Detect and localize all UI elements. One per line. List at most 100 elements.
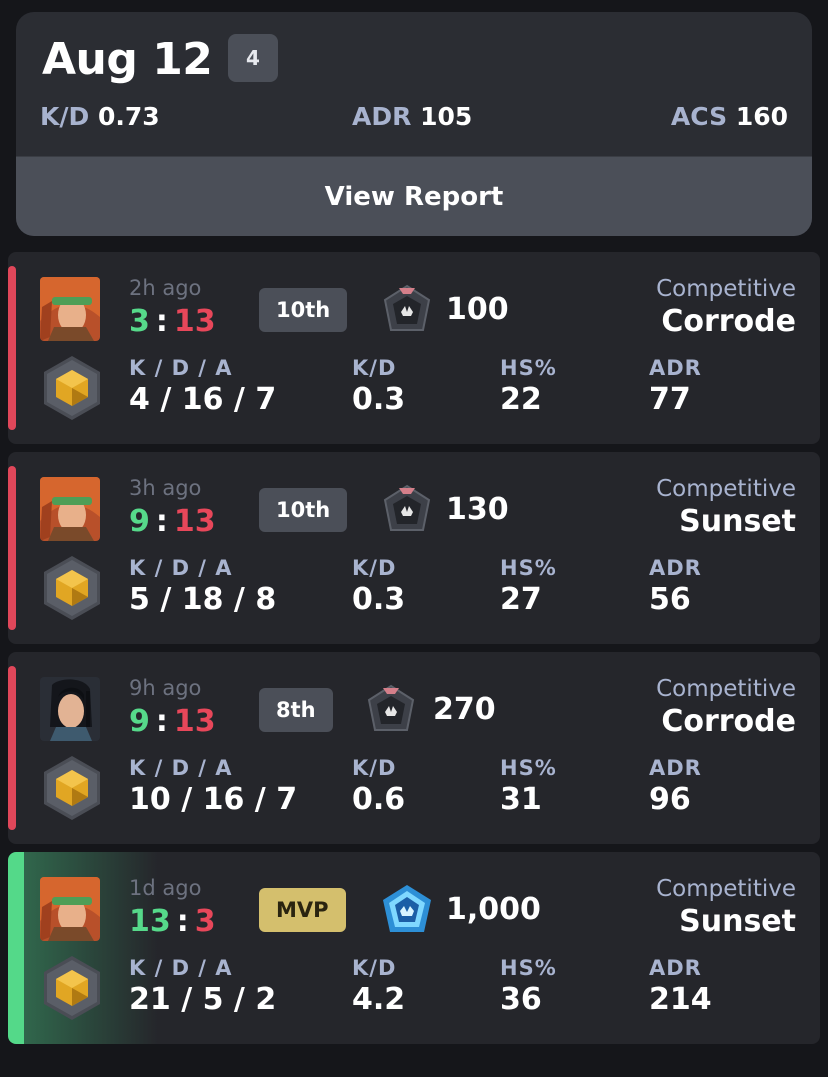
score-separator: : xyxy=(176,904,189,939)
kd-stat: K/D 0.3 xyxy=(352,356,405,417)
kd-value: 4.2 xyxy=(352,982,406,1017)
hs-stat: HS% 22 xyxy=(500,356,557,417)
result-stripe xyxy=(8,266,16,430)
adr-label: ADR xyxy=(649,556,702,580)
day-summary-card: Aug 12 4 K/D 0.73 ADR 105 ACS 160 View R… xyxy=(16,12,812,236)
dark-rank-badge-icon xyxy=(381,282,433,338)
kda-stat: K / D / A 21 / 5 / 2 xyxy=(129,956,276,1017)
result-stripe xyxy=(8,852,24,1044)
kda-stat: K / D / A 4 / 16 / 7 xyxy=(129,356,276,417)
game-mode: Competitive xyxy=(656,476,796,502)
placement-badge: 10th xyxy=(259,288,348,332)
dark-rank-badge-icon xyxy=(365,682,417,738)
gold-rank-icon xyxy=(40,352,104,424)
adr-label: ADR xyxy=(649,956,702,980)
view-report-button[interactable]: View Report xyxy=(16,156,812,236)
result-stripe xyxy=(8,666,16,830)
kda-value: 21 / 5 / 2 xyxy=(129,982,277,1017)
agent-green-headband-icon xyxy=(40,277,100,341)
rank-rating-value: 130 xyxy=(446,492,509,527)
adr-value: 96 xyxy=(649,782,691,817)
map-name: Corrode xyxy=(661,304,796,339)
kda-label: K / D / A xyxy=(129,956,233,980)
match-score: 9:13 xyxy=(129,704,216,739)
result-stripe xyxy=(8,466,16,630)
adr-stat: ADR 214 xyxy=(649,956,712,1017)
hs-label: HS% xyxy=(500,556,557,580)
kd-stat: K/D 0.3 xyxy=(352,556,405,617)
summary-acs-value: 160 xyxy=(735,102,788,131)
kda-value: 4 / 16 / 7 xyxy=(129,382,277,417)
kda-stat: K / D / A 5 / 18 / 8 xyxy=(129,556,276,617)
hs-label: HS% xyxy=(500,956,557,980)
map-name: Corrode xyxy=(661,704,796,739)
match-score: 9:13 xyxy=(129,504,216,539)
kd-stat: K/D 0.6 xyxy=(352,756,405,817)
map-name: Sunset xyxy=(679,904,796,939)
adr-label: ADR xyxy=(649,756,702,780)
score-separator: : xyxy=(155,304,168,339)
kda-stat: K / D / A 10 / 16 / 7 xyxy=(129,756,297,817)
hs-label: HS% xyxy=(500,356,557,380)
game-mode: Competitive xyxy=(656,276,796,302)
kd-value: 0.3 xyxy=(352,382,406,417)
summary-acs-label: ACS xyxy=(670,102,728,131)
agent-dark-hair-icon xyxy=(40,677,100,741)
blue-rank-badge-icon xyxy=(381,882,433,938)
match-score: 13:3 xyxy=(129,904,216,939)
hs-stat: HS% 31 xyxy=(500,756,557,817)
kd-label: K/D xyxy=(352,356,397,380)
hs-label: HS% xyxy=(500,756,557,780)
placement-badge: MVP xyxy=(259,888,346,932)
score-separator: : xyxy=(155,504,168,539)
placement-badge: 8th xyxy=(259,688,333,732)
enemy-score: 13 xyxy=(173,704,216,739)
summary-kd: K/D 0.73 xyxy=(40,102,160,131)
kda-value: 10 / 16 / 7 xyxy=(129,782,298,817)
placement-badge: 10th xyxy=(259,488,348,532)
enemy-score: 3 xyxy=(194,904,216,939)
kda-value: 5 / 18 / 8 xyxy=(129,582,277,617)
hs-value: 22 xyxy=(500,382,542,417)
kd-value: 0.6 xyxy=(352,782,406,817)
match-score: 3:13 xyxy=(129,304,216,339)
match-time-ago: 3h ago xyxy=(129,476,202,500)
match-card-1[interactable]: 2h ago 3:13 10th 100 Competitive Corrode… xyxy=(8,252,820,444)
gold-rank-icon xyxy=(40,952,104,1024)
enemy-score: 13 xyxy=(173,304,216,339)
rank-rating-value: 270 xyxy=(433,692,496,727)
rank-rating-value: 1,000 xyxy=(446,892,541,927)
map-name: Sunset xyxy=(679,504,796,539)
adr-stat: ADR 96 xyxy=(649,756,702,817)
match-card-2[interactable]: 3h ago 9:13 10th 130 Competitive Sunset … xyxy=(8,452,820,644)
hs-stat: HS% 36 xyxy=(500,956,557,1017)
summary-date: Aug 12 xyxy=(42,34,213,85)
team-score: 9 xyxy=(129,704,150,739)
team-score: 13 xyxy=(129,904,171,939)
match-card-4[interactable]: 1d ago 13:3 MVP 1,000 Competitive Sunset… xyxy=(8,852,820,1044)
adr-stat: ADR 77 xyxy=(649,356,702,417)
hs-value: 31 xyxy=(500,782,542,817)
match-time-ago: 9h ago xyxy=(129,676,202,700)
gold-rank-icon xyxy=(40,752,104,824)
match-card-3[interactable]: 9h ago 9:13 8th 270 Competitive Corrode … xyxy=(8,652,820,844)
summary-acs: ACS 160 xyxy=(671,102,788,131)
game-mode: Competitive xyxy=(656,676,796,702)
agent-green-headband-icon xyxy=(40,477,100,541)
adr-stat: ADR 56 xyxy=(649,556,702,617)
summary-kd-value: 0.73 xyxy=(97,102,160,131)
summary-kd-label: K/D xyxy=(40,102,90,131)
summary-adr: ADR 105 xyxy=(352,102,472,131)
kd-label: K/D xyxy=(352,556,397,580)
summary-adr-label: ADR xyxy=(352,102,412,131)
team-score: 3 xyxy=(129,304,150,339)
adr-value: 77 xyxy=(649,382,691,417)
adr-value: 214 xyxy=(649,982,712,1017)
kd-label: K/D xyxy=(352,756,397,780)
match-count-badge: 4 xyxy=(228,34,278,82)
gold-rank-icon xyxy=(40,552,104,624)
summary-adr-value: 105 xyxy=(420,102,473,131)
kd-stat: K/D 4.2 xyxy=(352,956,405,1017)
hs-value: 36 xyxy=(500,982,542,1017)
hs-stat: HS% 27 xyxy=(500,556,557,617)
